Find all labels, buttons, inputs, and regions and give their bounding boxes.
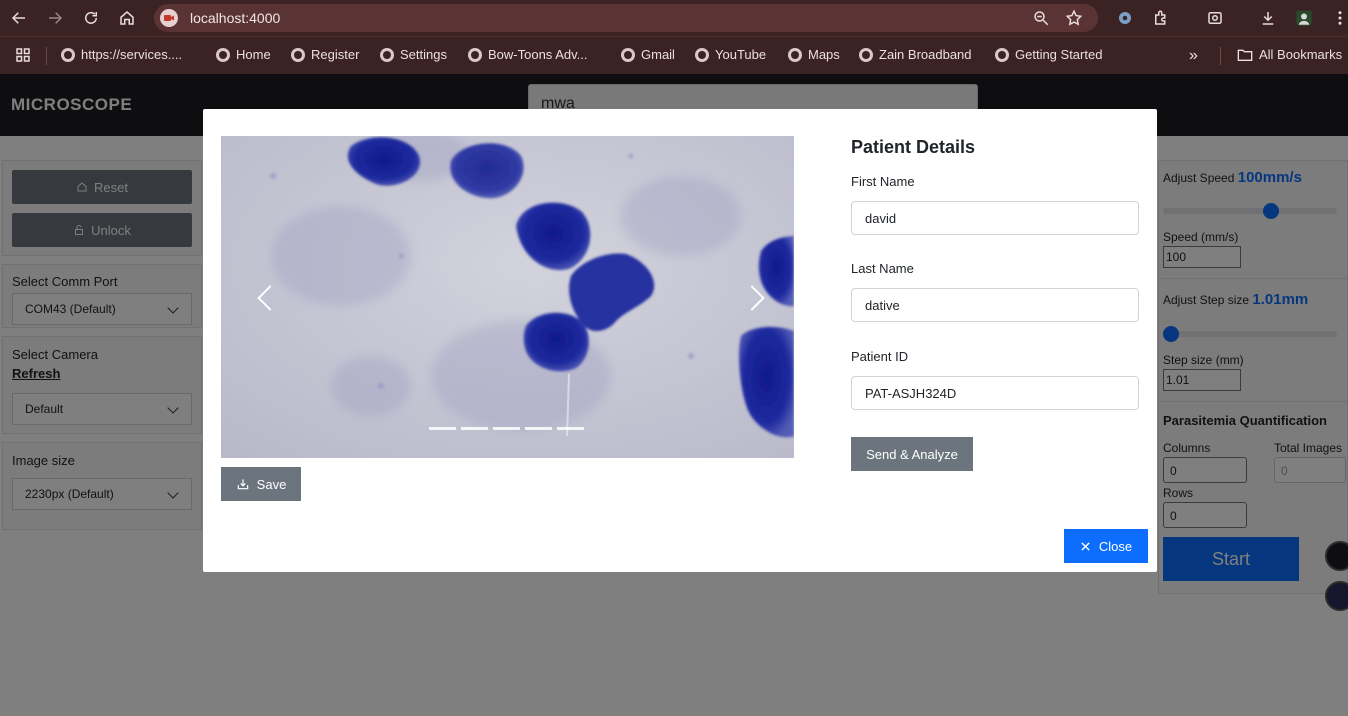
profile-avatar-icon[interactable]: [1294, 8, 1314, 28]
bookmark-item[interactable]: Gmail: [621, 47, 675, 62]
carousel-next-icon[interactable]: [745, 281, 765, 313]
bookmark-item[interactable]: Bow-Toons Adv...: [468, 47, 587, 62]
bookmark-label: Home: [236, 47, 271, 62]
globe-icon: [859, 47, 873, 62]
microscope-image: [221, 136, 794, 458]
bookmark-label: Gmail: [641, 47, 675, 62]
bookmark-label: Maps: [808, 47, 840, 62]
bookmark-item[interactable]: https://services....: [61, 47, 182, 62]
details-title: Patient Details: [851, 137, 976, 157]
back-icon[interactable]: [7, 6, 31, 30]
save-label: Save: [256, 476, 287, 492]
globe-icon: [291, 47, 305, 62]
bookmark-label: Register: [311, 47, 360, 62]
first-name-label: First Name: [851, 174, 915, 189]
close-label: Close: [1098, 538, 1133, 554]
carousel-indicators: [429, 427, 584, 430]
last-name-label: Last Name: [851, 261, 914, 276]
save-button[interactable]: Save: [221, 467, 301, 501]
screenshot-icon[interactable]: [1205, 8, 1225, 28]
bookmark-item[interactable]: Zain Broadband: [859, 47, 972, 62]
patient-modal: Save Patient Details First Name david La…: [203, 109, 1157, 572]
all-bookmarks-label: All Bookmarks: [1259, 47, 1343, 62]
camera-site-icon: [160, 9, 178, 27]
carousel-prev-icon[interactable]: [255, 281, 275, 313]
globe-icon: [216, 47, 230, 62]
send-analyze-button[interactable]: Send & Analyze: [851, 437, 973, 471]
globe-icon: [621, 47, 635, 62]
forward-icon[interactable]: [43, 6, 67, 30]
bookmark-item[interactable]: Register: [291, 47, 359, 62]
bookmark-item[interactable]: Maps: [788, 47, 840, 62]
reload-icon[interactable]: [79, 6, 103, 30]
carousel-indicator[interactable]: [493, 427, 520, 430]
bookmark-label: Zain Broadband: [879, 47, 972, 62]
globe-icon: [468, 47, 482, 62]
globe-icon: [788, 47, 802, 62]
globe-icon: [995, 47, 1009, 62]
bookmark-label: Bow-Toons Adv...: [488, 47, 588, 62]
bookmark-label: https://services....: [81, 47, 183, 62]
menu-kebab-icon[interactable]: [1330, 8, 1348, 28]
bookmark-item[interactable]: Getting Started: [995, 47, 1102, 62]
close-icon: [1081, 541, 1090, 551]
address-bar[interactable]: localhost:4000: [154, 4, 1098, 32]
more-bookmarks-label: »: [1189, 47, 1198, 64]
home-icon[interactable]: [115, 6, 139, 30]
image-carousel[interactable]: [221, 136, 794, 458]
bookmarks-divider: [46, 47, 47, 65]
patient-id-label: Patient ID: [851, 349, 909, 364]
zoom-icon[interactable]: [1032, 9, 1050, 27]
carousel-indicator[interactable]: [525, 427, 552, 430]
close-button[interactable]: Close: [1064, 529, 1148, 563]
url-text: localhost:4000: [190, 10, 281, 26]
site-icon: [61, 47, 75, 62]
bookmark-label: Getting Started: [1015, 47, 1103, 62]
bookmark-item[interactable]: Home: [216, 47, 271, 62]
extension-icon[interactable]: [1115, 8, 1135, 28]
carousel-indicator[interactable]: [429, 427, 456, 430]
globe-icon: [380, 47, 394, 62]
bookmarks-divider: [1220, 47, 1221, 65]
puzzle-extensions-icon[interactable]: [1151, 8, 1171, 28]
download-icon: [237, 479, 248, 490]
more-bookmarks-chevron-icon[interactable]: »: [1189, 47, 1198, 65]
bookmark-item[interactable]: YouTube: [695, 47, 766, 62]
last-name-input[interactable]: dative: [851, 288, 1139, 322]
all-bookmarks-folder[interactable]: All Bookmarks: [1237, 47, 1342, 62]
globe-icon: [695, 47, 709, 62]
carousel-indicator[interactable]: [557, 427, 584, 430]
patient-id-input[interactable]: PAT-ASJH324D: [851, 376, 1139, 410]
download-icon[interactable]: [1258, 8, 1278, 28]
bookmark-item[interactable]: Settings: [380, 47, 447, 62]
first-name-input[interactable]: david: [851, 201, 1139, 235]
bookmark-label: Settings: [400, 47, 447, 62]
carousel-indicator[interactable]: [461, 427, 488, 430]
bookmark-label: YouTube: [715, 47, 767, 62]
apps-grid-icon[interactable]: [13, 45, 33, 65]
bookmark-star-icon[interactable]: [1065, 9, 1083, 27]
folder-icon: [1237, 49, 1253, 61]
bookmarks-bar: https://services.... Home Register Setti…: [0, 36, 1348, 74]
browser-toolbar: localhost:4000: [0, 0, 1348, 36]
